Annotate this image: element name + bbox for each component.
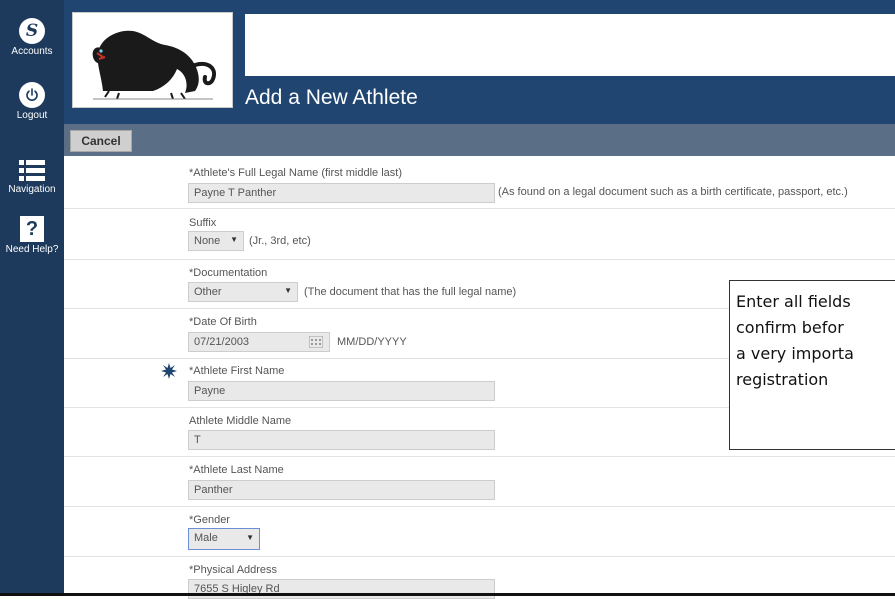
form-row-gender: *Gender Male ▼ — [64, 507, 895, 557]
last-name-input[interactable]: Panther — [188, 480, 495, 500]
navigation-label: Navigation — [8, 184, 56, 195]
dob-hint: MM/DD/YYYY — [337, 336, 407, 348]
s-logo-glyph: S — [25, 21, 39, 41]
suffix-select[interactable]: None ▼ — [188, 231, 244, 251]
documentation-select[interactable]: Other ▼ — [188, 282, 298, 302]
suffix-hint: (Jr., 3rd, etc) — [249, 235, 311, 247]
burst-icon — [161, 363, 177, 384]
form-row-full-name: *Athlete's Full Legal Name (first middle… — [64, 158, 895, 209]
sidebar: S Accounts Logout Navigation ? Need Help… — [0, 0, 64, 596]
accounts-button[interactable]: S Accounts — [0, 18, 64, 57]
calendar-icon[interactable] — [308, 335, 324, 351]
header-banner — [245, 14, 895, 76]
page-title: Add a New Athlete — [245, 86, 418, 109]
menu-icon — [19, 160, 45, 182]
toolbar: Cancel — [64, 124, 895, 156]
suffix-label: Suffix — [189, 217, 217, 229]
first-name-input[interactable]: Payne — [188, 381, 495, 401]
documentation-value: Other — [194, 286, 222, 298]
navigation-button[interactable]: Navigation — [0, 160, 64, 195]
instruction-tooltip: Enter all fields confirm befor a very im… — [729, 280, 895, 450]
panther-logo — [72, 12, 233, 108]
dob-value: 07/21/2003 — [194, 336, 250, 348]
address-input[interactable]: 7655 S Higley Rd — [188, 579, 495, 599]
logout-label: Logout — [16, 110, 48, 121]
full-name-input[interactable]: Payne T Panther — [188, 183, 495, 203]
dob-input[interactable]: 07/21/2003 — [188, 332, 330, 352]
cancel-button[interactable]: Cancel — [70, 130, 132, 152]
first-name-label: *Athlete First Name — [189, 365, 285, 377]
chevron-down-icon: ▼ — [230, 235, 238, 244]
form-row-last-name: *Athlete Last Name Panther — [64, 457, 895, 507]
middle-name-label: Athlete Middle Name — [189, 415, 292, 427]
last-name-label: *Athlete Last Name — [189, 464, 284, 476]
documentation-label: *Documentation — [189, 267, 268, 279]
gender-select[interactable]: Male ▼ — [188, 528, 260, 550]
header: Add a New Athlete — [64, 0, 895, 124]
logout-button[interactable]: Logout — [0, 82, 64, 121]
chevron-down-icon: ▼ — [284, 286, 292, 295]
accounts-label: Accounts — [11, 46, 53, 57]
help-glyph: ? — [25, 218, 39, 240]
gender-label: *Gender — [189, 514, 230, 526]
form-row-address: *Physical Address 7655 S Higley Rd — [64, 557, 895, 599]
help-icon: ? — [20, 216, 44, 242]
gender-value: Male — [194, 532, 218, 544]
full-name-hint: (As found on a legal document such as a … — [498, 186, 848, 198]
form-row-suffix: Suffix None ▼ (Jr., 3rd, etc) — [64, 209, 895, 260]
power-icon — [19, 82, 45, 108]
dob-label: *Date Of Birth — [189, 316, 257, 328]
documentation-hint: (The document that has the full legal na… — [304, 286, 517, 298]
need-help-label: Need Help? — [5, 244, 59, 255]
address-label: *Physical Address — [189, 564, 278, 576]
full-name-label: *Athlete's Full Legal Name (first middle… — [189, 167, 403, 179]
instruction-tooltip-text: Enter all fields confirm befor a very im… — [736, 292, 854, 389]
chevron-down-icon: ▼ — [246, 533, 254, 542]
suffix-value: None — [194, 235, 221, 247]
need-help-button[interactable]: ? Need Help? — [0, 216, 64, 255]
s-logo-icon: S — [19, 18, 45, 44]
middle-name-input[interactable]: T — [188, 430, 495, 450]
